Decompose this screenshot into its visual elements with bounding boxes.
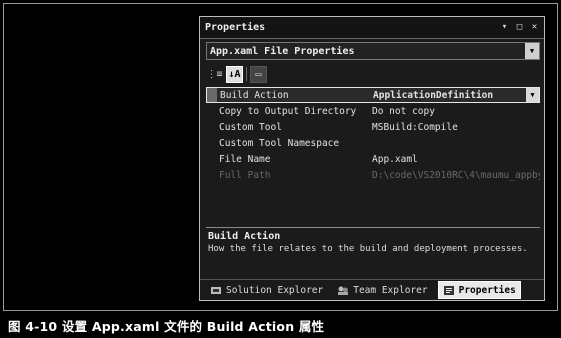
tool-window-tabs: Solution Explorer Team Explorer Properti…	[200, 279, 544, 300]
properties-titlebar: Properties ▾ □ ✕	[200, 17, 544, 39]
categorized-button[interactable]: ⋮≡	[206, 66, 223, 83]
property-value[interactable]: Do not copy	[368, 106, 540, 117]
properties-icon	[443, 285, 455, 296]
property-value: D:\code\VS2010RC\4\maumu_appbye	[372, 169, 540, 181]
team-explorer-icon	[337, 285, 349, 296]
property-name: Build Action	[220, 89, 289, 101]
property-grid: Build Action ApplicationDefinition ▼ Cop…	[206, 87, 540, 207]
row-gutter	[206, 167, 216, 183]
property-pages-button[interactable]: ▭	[250, 65, 267, 83]
restore-icon[interactable]: □	[514, 21, 525, 32]
window-controls: ▾ □ ✕	[499, 21, 540, 32]
property-row-full-path[interactable]: Full Path D:\code\VS2010RC\4\maumu_appby…	[206, 167, 540, 183]
property-name: Custom Tool Namespace	[219, 137, 340, 149]
row-gutter	[206, 151, 216, 167]
property-value[interactable]: MSBuild:Compile	[368, 122, 540, 133]
property-value[interactable]: ApplicationDefinition	[369, 90, 539, 101]
toolbar-separator	[246, 67, 247, 81]
row-gutter	[206, 119, 216, 135]
row-gutter	[206, 135, 216, 151]
property-value[interactable]: App.xaml	[368, 154, 540, 165]
property-row-custom-tool-namespace[interactable]: Custom Tool Namespace	[206, 135, 540, 151]
tab-properties[interactable]: Properties	[437, 281, 521, 299]
description-text: How the file relates to the build and de…	[208, 244, 528, 254]
solution-explorer-icon	[210, 285, 222, 296]
property-name: File Name	[219, 153, 271, 165]
window-title: Properties	[205, 22, 266, 33]
description-title: Build Action	[208, 231, 281, 242]
object-selector-value: App.xaml File Properties	[210, 45, 355, 57]
description-pane: Build Action How the file relates to the…	[206, 227, 540, 279]
alphabetical-button[interactable]: ↓A	[226, 65, 243, 83]
properties-toolbar: ⋮≡ ↓A ▭	[206, 65, 267, 83]
dropdown-icon[interactable]: ▾	[499, 21, 510, 32]
property-name: Custom Tool	[219, 121, 282, 133]
tab-label: Team Explorer	[353, 284, 428, 296]
screenshot-frame: Properties ▾ □ ✕ App.xaml File Propertie…	[3, 3, 558, 311]
chevron-down-icon[interactable]: ▼	[525, 43, 539, 59]
tab-label: Properties	[458, 284, 516, 296]
property-name: Copy to Output Directory	[219, 105, 357, 117]
property-row-custom-tool[interactable]: Custom Tool MSBuild:Compile	[206, 119, 540, 135]
close-icon[interactable]: ✕	[529, 21, 540, 32]
tab-label: Solution Explorer	[226, 284, 324, 296]
object-selector[interactable]: App.xaml File Properties ▼	[206, 42, 540, 60]
figure-caption: 图 4-10 设置 App.xaml 文件的 Build Action 属性	[8, 319, 325, 334]
property-row-file-name[interactable]: File Name App.xaml	[206, 151, 540, 167]
chevron-down-icon[interactable]: ▼	[526, 88, 539, 102]
tab-team-explorer[interactable]: Team Explorer	[333, 281, 431, 299]
tab-solution-explorer[interactable]: Solution Explorer	[206, 281, 327, 299]
property-row-build-action[interactable]: Build Action ApplicationDefinition ▼	[206, 87, 540, 103]
row-gutter	[206, 103, 216, 119]
property-name: Full Path	[219, 169, 271, 181]
property-row-copy-to-output[interactable]: Copy to Output Directory Do not copy	[206, 103, 540, 119]
properties-window: Properties ▾ □ ✕ App.xaml File Propertie…	[199, 16, 545, 301]
row-gutter	[207, 88, 217, 102]
